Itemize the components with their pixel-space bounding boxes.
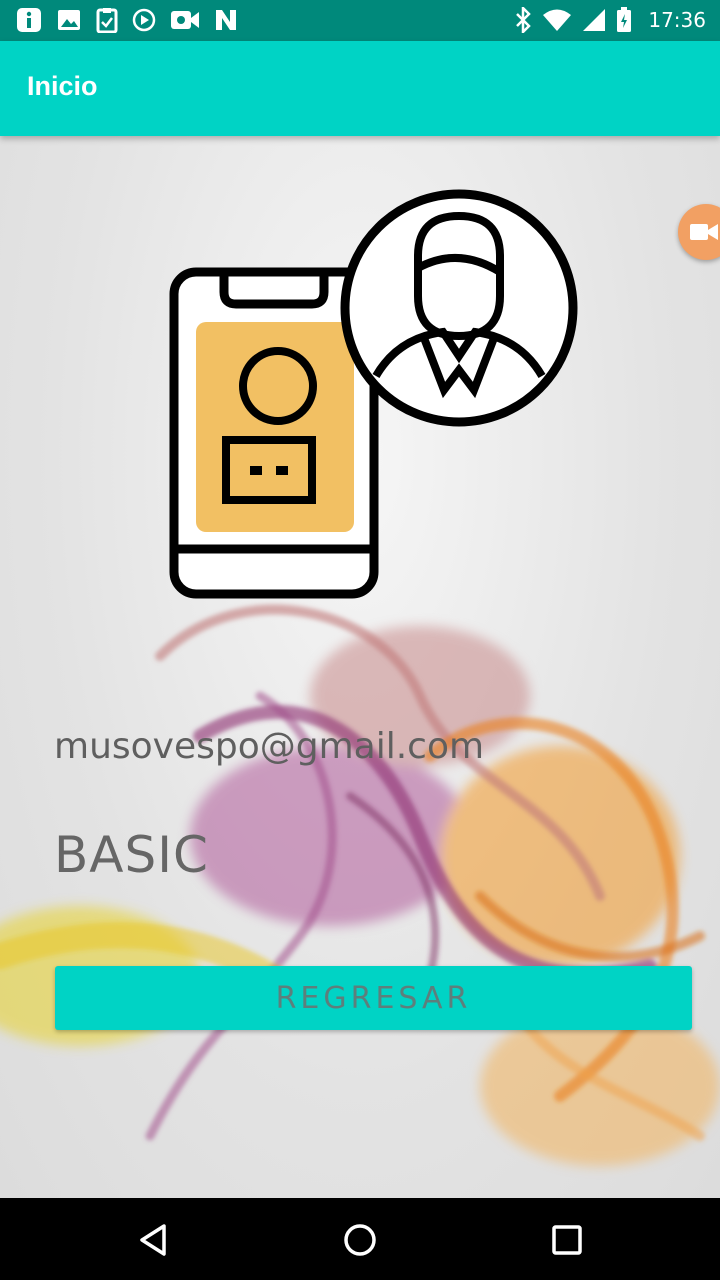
back-button[interactable]: REGRESAR	[55, 966, 692, 1030]
video-icon	[690, 224, 718, 240]
clipboard-icon	[96, 8, 118, 33]
recents-icon[interactable]	[545, 1218, 589, 1262]
contact-profile-illustration	[169, 189, 578, 599]
navigation-bar	[0, 1198, 720, 1280]
home-icon[interactable]	[338, 1218, 382, 1262]
video-icon	[171, 11, 199, 29]
email-text: musovespo@gmail.com	[54, 726, 485, 767]
main-content: musovespo@gmail.com BASIC REGRESAR	[0, 136, 720, 1198]
bluetooth-icon	[516, 7, 532, 33]
info-icon	[17, 8, 41, 32]
back-icon[interactable]	[132, 1218, 176, 1262]
floating-camera-button[interactable]	[678, 204, 720, 260]
wifi-icon	[543, 9, 572, 31]
battery-icon	[617, 7, 632, 32]
play-icon	[132, 8, 156, 32]
status-bar: 17:36	[0, 0, 720, 41]
n-icon	[216, 10, 236, 30]
app-bar: Inicio	[0, 41, 720, 136]
signal-icon	[583, 9, 606, 31]
page-title: Inicio	[27, 71, 98, 101]
plan-text: BASIC	[54, 826, 209, 884]
status-time: 17:36	[648, 8, 706, 32]
image-icon	[58, 10, 80, 30]
